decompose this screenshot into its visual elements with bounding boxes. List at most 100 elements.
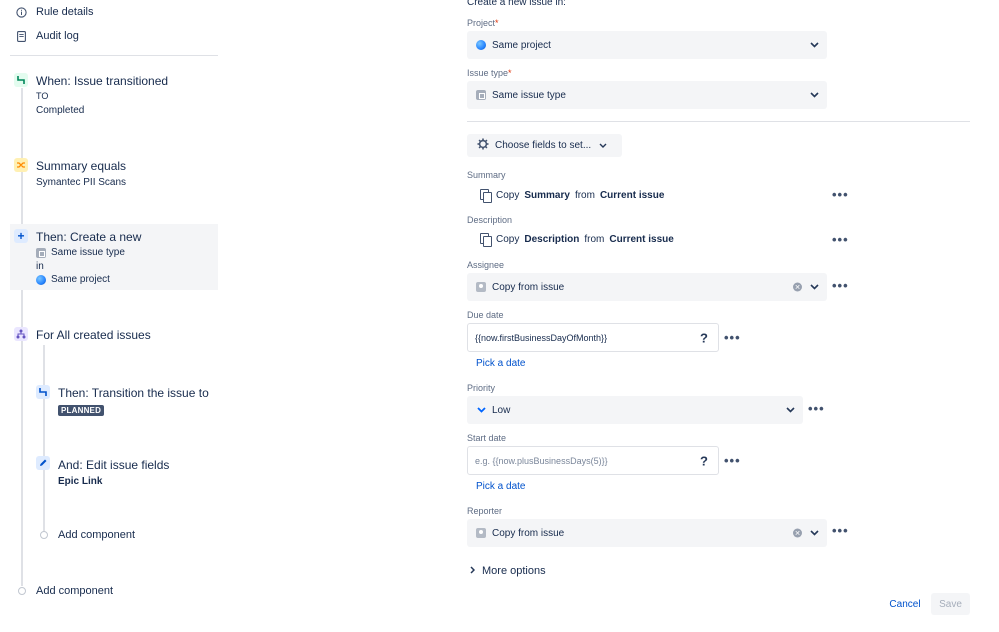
description-copy-value[interactable]: Copy Description from Current issue	[480, 233, 674, 247]
project-label-text: Project	[467, 18, 496, 28]
shuffle-icon	[14, 158, 28, 172]
summary-copy-value[interactable]: Copy Summary from Current issue	[480, 189, 664, 203]
issue-type-select[interactable]: Same issue type	[467, 81, 827, 109]
due-date-more-icon[interactable]: •••	[724, 331, 741, 344]
action-title: Then: Create a new	[36, 230, 142, 244]
status-lozenge: PLANNED	[58, 405, 105, 416]
chevron-down-icon	[786, 405, 795, 415]
action-issue-type-label: Same issue type	[51, 247, 125, 258]
branch-component[interactable]: For All created issues	[10, 325, 218, 345]
project-select[interactable]: Same project	[467, 31, 827, 59]
condition-title: Summary equals	[36, 159, 127, 173]
start-date-field[interactable]: ?	[467, 446, 719, 475]
chevron-right-icon	[470, 565, 476, 577]
nav-audit-log[interactable]: Audit log	[16, 30, 79, 42]
add-component-inner-dot	[40, 531, 48, 539]
more-options-toggle[interactable]: More options	[470, 565, 546, 577]
start-date-more-icon[interactable]: •••	[724, 454, 741, 467]
trigger-to-label: TO	[36, 91, 49, 101]
gear-icon	[477, 138, 489, 153]
add-component-inner[interactable]: Add component	[58, 529, 135, 541]
nav-rule-details[interactable]: Rule details	[16, 6, 93, 18]
description-copy-source: Current issue	[609, 233, 674, 245]
transition-action-icon	[36, 385, 50, 399]
action-component[interactable]: + Then: Create a new Same issue type in …	[10, 224, 218, 290]
issue-type-select-value: Same issue type	[492, 89, 566, 101]
edit-component[interactable]: And: Edit issue fields Epic Link	[32, 455, 218, 489]
project-globe-icon	[36, 274, 46, 285]
user-avatar-icon	[476, 528, 486, 538]
summary-copy-mid: from	[574, 189, 595, 201]
condition-component[interactable]: Summary equals Symantec PII Scans	[10, 155, 218, 191]
start-date-pick-link[interactable]: Pick a date	[476, 481, 525, 492]
user-avatar-icon	[476, 282, 486, 292]
priority-more-icon[interactable]: •••	[808, 402, 825, 415]
priority-label: Priority	[467, 383, 496, 393]
condition-value: Symantec PII Scans	[36, 177, 127, 188]
action-project: Same project	[36, 274, 110, 285]
branch-icon	[14, 327, 28, 341]
choose-fields-label: Choose fields to set...	[495, 140, 592, 151]
clear-icon[interactable]: ✕	[793, 528, 802, 538]
add-component-outer-dot	[18, 587, 26, 595]
branch-title: For All created issues	[36, 328, 151, 342]
transition-component[interactable]: Then: Transition the issue to PLANNED	[32, 382, 218, 420]
help-icon[interactable]: ?	[700, 330, 708, 345]
save-button[interactable]: Save	[931, 593, 970, 615]
action-in-label: in	[36, 261, 44, 272]
nav-divider	[10, 55, 218, 56]
nav-audit-log-label: Audit log	[36, 30, 79, 42]
assignee-label: Assignee	[467, 260, 505, 270]
due-date-input[interactable]	[475, 332, 675, 343]
project-select-value: Same project	[492, 39, 551, 51]
chevron-down-icon	[810, 528, 819, 538]
required-marker: *	[508, 68, 512, 78]
issue-type-icon	[476, 90, 486, 100]
add-component-outer[interactable]: Add component	[36, 585, 113, 597]
reporter-more-icon[interactable]: •••	[832, 524, 849, 537]
summary-label: Summary	[467, 170, 506, 180]
reporter-select[interactable]: Copy from issue ✕	[467, 519, 827, 547]
info-icon	[16, 6, 27, 18]
form-header: Create a new issue in:	[467, 0, 566, 8]
action-issue-type: Same issue type	[36, 247, 125, 258]
priority-select-value: Low	[492, 404, 511, 416]
description-more-icon[interactable]: •••	[832, 233, 849, 246]
branch-rail	[43, 345, 45, 533]
assignee-select-value: Copy from issue	[492, 281, 565, 293]
help-icon[interactable]: ?	[700, 453, 708, 468]
description-copy-pre: Copy	[496, 233, 520, 245]
issue-type-label: Issue type*	[467, 68, 512, 78]
reporter-label: Reporter	[467, 506, 503, 516]
description-copy-mid: from	[584, 233, 605, 245]
due-date-label: Due date	[467, 310, 504, 320]
choose-fields-button[interactable]: Choose fields to set...	[467, 134, 622, 157]
form-divider	[467, 121, 970, 122]
summary-more-icon[interactable]: •••	[832, 188, 849, 201]
more-options-label: More options	[482, 565, 546, 577]
start-date-input[interactable]	[475, 455, 675, 466]
project-label: Project*	[467, 18, 499, 28]
assignee-select[interactable]: Copy from issue ✕	[467, 273, 827, 301]
trigger-component[interactable]: When: Issue transitioned TO Completed	[10, 70, 218, 118]
chevron-down-icon	[810, 282, 819, 292]
chevron-down-icon	[810, 40, 819, 50]
priority-select[interactable]: Low	[467, 396, 803, 424]
required-marker: *	[495, 18, 499, 28]
reporter-select-value: Copy from issue	[492, 527, 565, 539]
edit-title: And: Edit issue fields	[58, 458, 170, 472]
cancel-button[interactable]: Cancel	[885, 593, 925, 615]
chevron-down-icon	[599, 140, 607, 151]
due-date-pick-link[interactable]: Pick a date	[476, 358, 525, 369]
due-date-field[interactable]: ?	[467, 323, 719, 352]
assignee-more-icon[interactable]: •••	[832, 279, 849, 292]
clear-icon[interactable]: ✕	[793, 282, 802, 292]
nav-rule-details-label: Rule details	[36, 6, 94, 18]
document-icon	[16, 30, 27, 42]
copy-icon	[480, 233, 492, 247]
trigger-to-value: Completed	[36, 105, 85, 116]
trigger-title: When: Issue transitioned	[36, 74, 169, 88]
start-date-label: Start date	[467, 433, 507, 443]
plus-icon: +	[14, 229, 28, 243]
description-label: Description	[467, 215, 513, 225]
